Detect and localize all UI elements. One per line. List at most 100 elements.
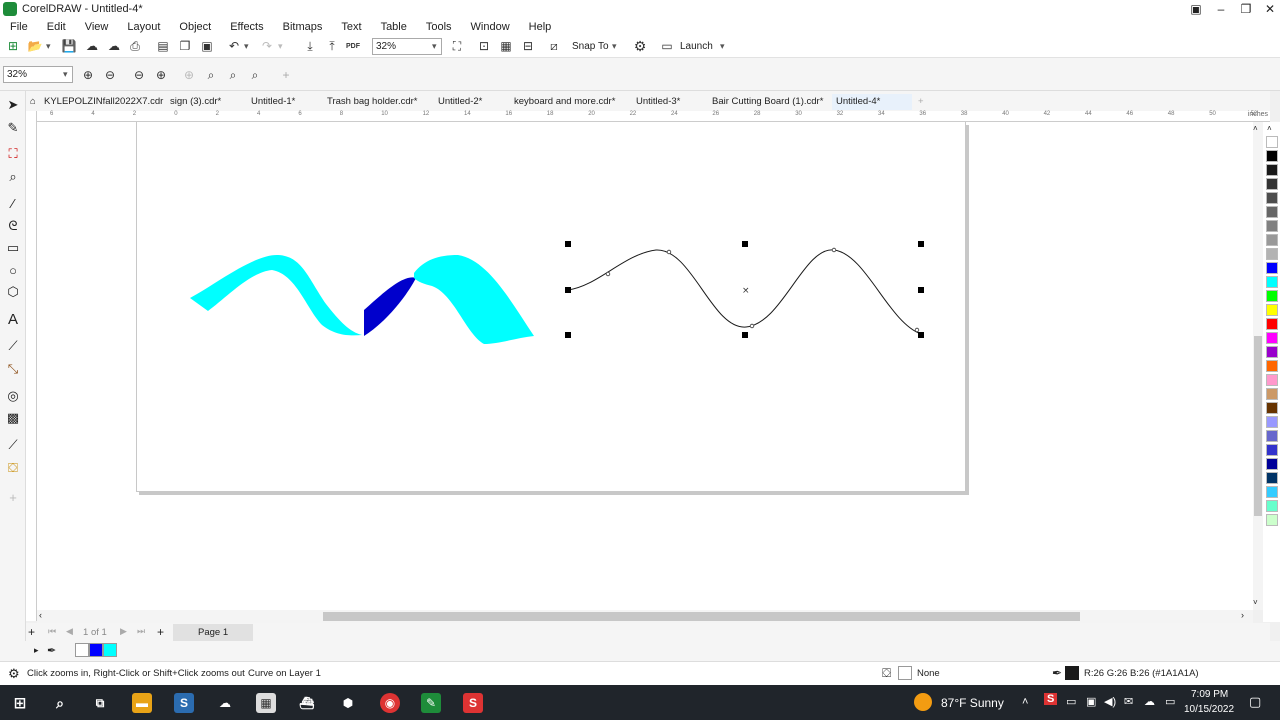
first-page-icon[interactable]: ⏮ (48, 626, 56, 637)
tray-onedrive-icon[interactable]: ☁ (1144, 695, 1155, 708)
palette-swatch[interactable] (1266, 234, 1278, 246)
eyedropper-tool-icon[interactable]: ⟋ (4, 436, 22, 454)
polygon-tool-icon[interactable]: ⬡ (4, 283, 22, 301)
freehand-tool-icon[interactable]: ∕ (4, 194, 22, 212)
save-icon[interactable]: 💾 (61, 38, 77, 54)
horizontal-ruler[interactable]: 6 4 2 0 2 4 6 8 10 12 14 16 18 20 22 24 26 28 30 32 34 36 38 40… (36, 111, 1270, 122)
add-page-after-icon[interactable]: + (157, 625, 164, 639)
options-gear-icon[interactable]: ⚙ (632, 38, 648, 54)
rectangle-tool-icon[interactable]: ▭ (4, 239, 22, 257)
cloud-download-icon[interactable]: ☁ (84, 38, 100, 54)
export-icon[interactable]: ⤒ (324, 38, 340, 54)
help-window-icon[interactable]: ▣ (1184, 0, 1208, 18)
chrome-icon[interactable]: ◉ (380, 693, 400, 713)
windows-start-icon[interactable]: ⊞ (10, 693, 30, 713)
palette-swatch[interactable] (1266, 458, 1278, 470)
cloud-upload-icon[interactable]: ☁ (106, 38, 122, 54)
minimize-button[interactable]: – (1209, 0, 1233, 18)
app-board-icon[interactable]: ▦ (256, 693, 276, 713)
page-tab[interactable]: Page 1 (173, 624, 253, 641)
blue-swatch[interactable] (89, 643, 103, 657)
snap-to-icon[interactable]: ⧄ (546, 38, 562, 54)
interactive-tool-icon[interactable]: ◎ (4, 387, 22, 405)
zoom-dropdown-icon[interactable]: ▾ (432, 41, 437, 52)
palette-swatch[interactable] (1266, 220, 1278, 232)
coreldraw-taskbar-icon[interactable]: ✎ (421, 693, 441, 713)
menu-table[interactable]: Table (371, 21, 416, 33)
palette-swatch[interactable] (1266, 500, 1278, 512)
app-cloud-icon[interactable]: ☁ (215, 693, 235, 713)
crop-tool-icon[interactable]: ⛶ (4, 145, 22, 163)
launch-label[interactable]: Launch (680, 41, 713, 52)
add-page-before-icon[interactable]: + (28, 625, 35, 639)
zoom-all-objects-icon[interactable]: ⊕ (153, 67, 169, 83)
menu-window[interactable]: Window (461, 21, 519, 33)
ribbon-right-fill[interactable] (414, 255, 534, 344)
shape-tool-icon[interactable]: ✎ (4, 119, 22, 137)
launch-dropdown-icon[interactable]: ▾ (720, 41, 725, 52)
scroll-down-icon[interactable]: ˅ (1253, 598, 1258, 607)
quick-customize-icon[interactable]: + (4, 488, 22, 506)
palette-swatch[interactable] (1266, 486, 1278, 498)
launch-icon[interactable]: ▭ (659, 38, 675, 54)
paste-icon[interactable]: ▣ (199, 38, 215, 54)
palette-swatch[interactable] (1266, 444, 1278, 456)
vertical-ruler[interactable] (26, 111, 37, 621)
menu-effects[interactable]: Effects (220, 21, 272, 33)
selection-center-mark[interactable]: × (742, 286, 750, 296)
no-color-swatch[interactable] (75, 643, 89, 657)
tray-chevron-icon[interactable]: ˄ (1022, 696, 1028, 708)
new-document-icon[interactable]: ⊞ (5, 38, 21, 54)
menu-help[interactable]: Help (519, 21, 561, 33)
menu-bitmaps[interactable]: Bitmaps (273, 21, 332, 33)
document-tab[interactable]: Trash bag holder.cdr* (323, 94, 421, 110)
import-icon[interactable]: ⤓ (302, 38, 318, 54)
tray-mail-icon[interactable]: ✉ (1124, 695, 1133, 708)
clock-time[interactable]: 7:09 PM (1191, 689, 1228, 700)
palette-swatch[interactable] (1266, 402, 1278, 414)
status-gear-icon[interactable]: ⚙ (8, 666, 20, 682)
palette-swatch[interactable] (1266, 290, 1278, 302)
close-button[interactable]: ✕ (1258, 0, 1280, 18)
menu-layout[interactable]: Layout (117, 21, 169, 33)
redo-dropdown-icon[interactable]: ▾ (278, 41, 283, 52)
palette-scroll-up-icon[interactable]: ˄ (1267, 124, 1272, 133)
zoom-page-icon[interactable]: ⊕ (181, 67, 197, 83)
full-screen-icon[interactable]: ⛶ (449, 38, 465, 54)
document-tab[interactable]: Untitled-1* (247, 94, 299, 110)
snap-dropdown-icon[interactable]: ▾ (612, 41, 617, 52)
menu-view[interactable]: View (75, 21, 118, 33)
vertical-scroll-thumb[interactable] (1254, 336, 1262, 516)
clock-date[interactable]: 10/15/2022 (1184, 704, 1234, 715)
ribbon-back-segment[interactable] (364, 277, 416, 336)
document-palette-arrow-icon[interactable]: ▸ (34, 645, 39, 656)
publish-pdf-icon[interactable]: PDF (345, 38, 361, 54)
scroll-right-icon[interactable]: › (1241, 610, 1244, 620)
print-icon[interactable]: ⎙ (127, 38, 143, 54)
menu-object[interactable]: Object (169, 21, 220, 33)
menu-edit[interactable]: Edit (37, 21, 75, 33)
transparency-tool-icon[interactable]: ▩ (4, 409, 22, 427)
vertical-scrollbar[interactable]: ˄ ˅ (1253, 122, 1263, 610)
palette-swatch[interactable] (1266, 178, 1278, 190)
document-tab[interactable]: KYLEPOLZINfall2022X7.cdr (40, 94, 167, 110)
task-view-icon[interactable]: ⧉ (90, 693, 110, 713)
connector-tool-icon[interactable]: ⤡ (4, 360, 22, 378)
fill-tool-icon[interactable]: ⛋ (4, 459, 22, 477)
zoom-page-height-icon[interactable]: ⌕ (225, 67, 241, 83)
color-eyedropper-icon[interactable]: ✒ (47, 644, 56, 657)
zoom-to-page-icon[interactable]: ⌕ (247, 67, 263, 83)
ribbon-left-fill[interactable] (190, 254, 362, 336)
next-page-icon[interactable]: ▶ (120, 626, 127, 637)
cut-icon[interactable]: ▤ (155, 38, 171, 54)
zoom-in-icon[interactable]: ⊕ (80, 67, 96, 83)
app-s-icon[interactable]: S (174, 693, 194, 713)
curve-nodes[interactable] (605, 247, 920, 333)
show-guidelines-icon[interactable]: ⊟ (520, 38, 536, 54)
app-s-red-icon[interactable]: S (463, 693, 483, 713)
tray-network-icon[interactable]: ▣ (1086, 695, 1096, 708)
text-tool-icon[interactable]: A (4, 310, 22, 328)
app-puzzle-icon[interactable]: ⬢ (338, 693, 358, 713)
search-icon[interactable]: ⌕ (50, 693, 70, 713)
home-icon[interactable]: ⌂ (26, 94, 40, 110)
